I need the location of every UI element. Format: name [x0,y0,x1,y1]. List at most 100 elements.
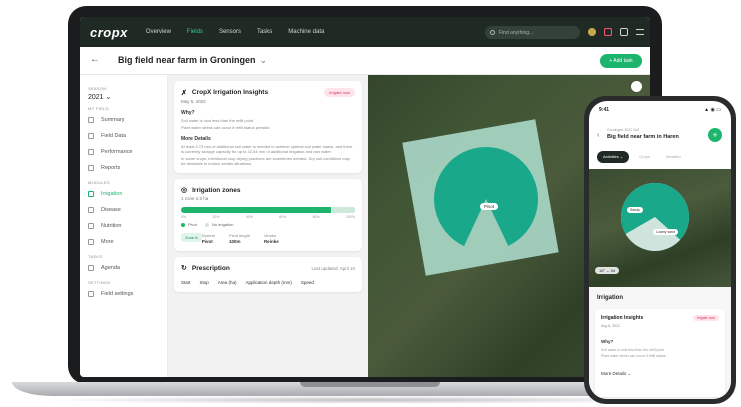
expand-icon[interactable] [631,81,642,92]
calendar-icon[interactable] [620,28,628,36]
sidebar-item-field-settings[interactable]: Field settings [88,287,159,301]
sidebar-item-nutrition[interactable]: Nutrition [88,219,159,233]
summary-icon [88,117,94,123]
scale-tick: 40% [245,215,253,219]
pivot-legend-dot [181,222,185,227]
column-header: Speed [300,280,314,285]
nav-machine-data[interactable]: Machine data [288,29,324,35]
weather-chip[interactable]: 18° ⌄ 5d [595,267,620,274]
zones-title: Irrigation zones [192,186,241,194]
pivot-sector[interactable] [434,147,538,247]
laptop-notch [300,382,440,387]
vendor-field: Vendor Reinke [264,233,279,244]
sidebar-item-label: Field Data [101,133,127,139]
prescription-updated: Last updated: April 10 [311,265,355,271]
map-label-loamy: Loamy sand [653,229,679,235]
tab-weather[interactable]: Weather [660,151,687,163]
phone-field-title[interactable]: Big field near farm in Haren [607,134,679,140]
search-input[interactable]: Find anything... [485,26,580,39]
add-task-button[interactable]: + Add task [600,54,642,68]
scale-tick: 100% [346,215,355,219]
sidebar-item-more[interactable]: More [88,235,159,249]
status-time: 9:41 [599,107,610,113]
phone-panel: Irrigation Irrigation Insights Irrigate … [589,287,731,399]
season-select[interactable]: 2021 ⌄ [88,93,159,101]
cropx-icon: ✗ [181,89,187,97]
phone-status-badge: Irrigate now [692,315,719,321]
my-field-label: MY FIELD [88,106,109,111]
zones-legend: Pivot No irrigation [181,222,355,227]
why-item: Soil water is now less than the refill p… [181,118,254,123]
sidebar-item-label: Field settings [101,291,134,297]
prescription-card: ↻ Prescription Last updated: April 10 St… [174,257,362,292]
zone-chip[interactable]: Zone A [181,233,202,242]
phone-add-button[interactable]: + [708,128,722,142]
tab-crops[interactable]: Crops [633,151,656,163]
sidebar-item-summary[interactable]: Summary [88,113,159,127]
phone-more-details[interactable]: More Details ⌄ [601,371,631,377]
insights-date: May 5, 2022 [181,99,206,104]
search-icon [490,30,495,35]
sidebar-item-label: Disease [101,207,121,213]
phone-tabs: Activities ⌄ Crops Weather [597,151,723,163]
length-label: Pivot length [229,233,250,238]
device-mockup: cropx Overview Fields Sensors Tasks Mach… [0,0,741,407]
zone-info-row: Zone A System Pivot Pivot length 100m Vend… [181,233,355,244]
search-placeholder: Find anything... [499,29,534,36]
notification-icon[interactable] [604,28,612,36]
chevron-down-icon: ⌄ [259,55,268,65]
sidebar-item-irrigation[interactable]: Irrigation [88,187,159,201]
scale-tick: 60% [279,215,287,219]
sidebar-item-performance[interactable]: Performance [88,145,159,159]
nav-sensors[interactable]: Sensors [219,29,241,35]
field-title[interactable]: Big field near farm in Groningen ⌄ [118,55,267,66]
tasks-label: TASKS [88,254,103,259]
phone-map[interactable]: Sandy Loamy sand 18° ⌄ 5d [589,169,731,287]
insights-title: CropX Irrigation Insights [191,89,269,96]
nav-fields[interactable]: Fields [187,29,203,35]
agenda-icon [88,265,94,271]
field-title-text: Big field near farm in Groningen [118,55,256,65]
phone-card-title: Irrigation Insights [601,315,644,321]
phone-back-icon[interactable]: ‹ [597,132,599,139]
pivot-label: Pivot [480,203,499,210]
sidebar-item-reports[interactable]: Reports [88,161,159,175]
avatar[interactable] [588,28,596,36]
sidebar-item-label: More [101,239,114,245]
nav-overview[interactable]: Overview [146,29,171,35]
sidebar-item-agenda[interactable]: Agenda [88,261,159,275]
menu-icon[interactable] [636,29,644,35]
phone-insights-card[interactable]: Irrigation Insights Irrigate now Aug 6, … [595,309,725,397]
sidebar: SEASON 2021 ⌄ MY FIELD Summary Field Dat… [80,75,168,377]
system-field: System Pivot [202,233,215,244]
zone-count: 1 zone 2.5 ha [181,196,355,201]
sidebar-item-field-data[interactable]: Field Data [88,129,159,143]
prescription-title: Prescription [191,264,230,272]
phone-why-heading: Why? [601,339,614,344]
sidebar-item-label: Nutrition [101,223,122,229]
back-arrow-icon[interactable]: ← [90,54,100,65]
field-header: ← Big field near farm in Groningen ⌄ + Ad… [80,47,650,75]
more-details-heading: More Details [181,136,211,142]
no-irrigation-legend-dot [204,222,209,227]
why-heading: Why? [181,110,195,116]
tab-activities[interactable]: Activities ⌄ [597,151,630,163]
zone-coverage-bar [181,207,355,213]
more-icon [88,239,94,245]
nav-tasks[interactable]: Tasks [257,29,272,35]
column-header: Application depth (mm) [245,280,292,285]
top-nav: cropx Overview Fields Sensors Tasks Mach… [80,17,650,47]
settings-label: SETTINGS [88,280,111,285]
details-item: In some crops, intentional crop drying p… [181,156,350,166]
prescription-header: ↻ Prescription Last updated: April 10 [181,264,355,273]
details-item: At least 0.73 mm of additional soil wate… [181,144,353,154]
cropx-logo: cropx [90,24,128,40]
zones-icon: ◎ [181,187,188,194]
vendor-label: Vendor [263,233,277,238]
status-badge: Irrigate now [324,88,355,97]
phone-why-item: Soil water is now less than the refill p… [601,348,665,352]
sidebar-item-label: Irrigation [101,191,123,197]
phone-screen: 9:41 ▲ ◉ ▭ ‹ Groningen 2022 Soil Big fie… [589,101,731,399]
map-label-sandy: Sandy [627,207,643,213]
sidebar-item-disease[interactable]: Disease [88,203,159,217]
